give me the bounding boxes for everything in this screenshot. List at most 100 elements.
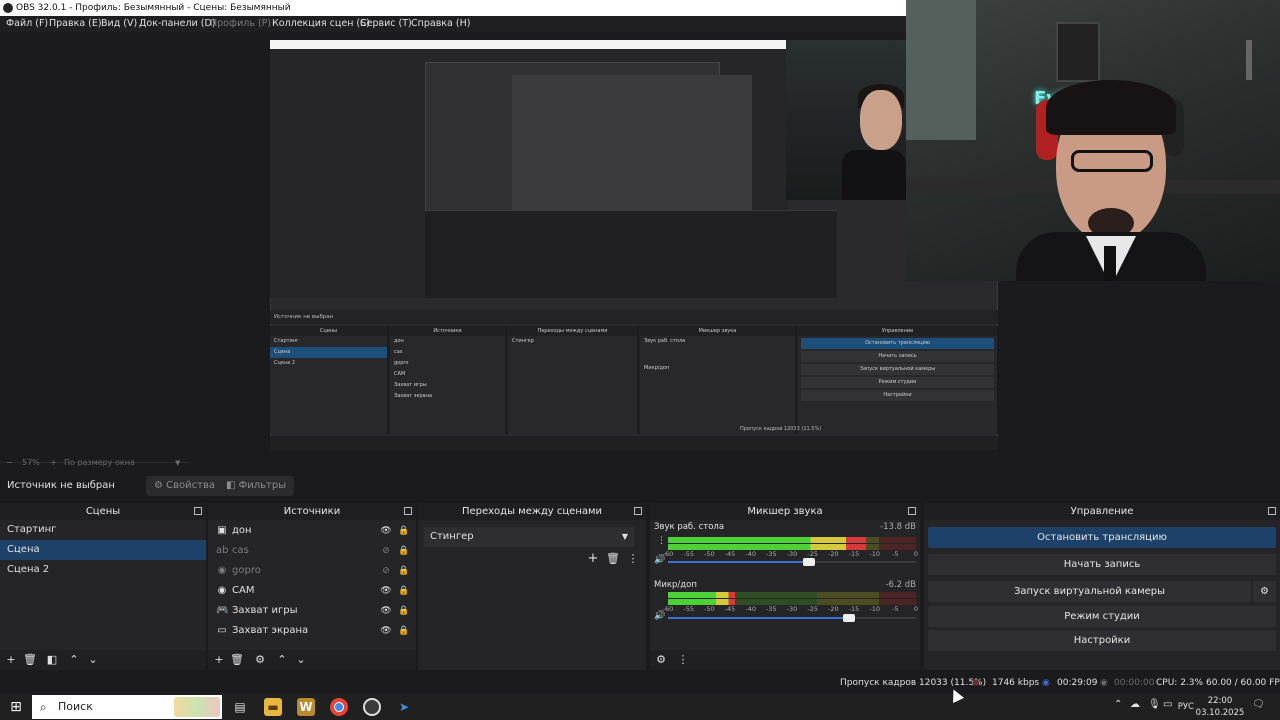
trash-icon[interactable]: 🗑 <box>23 653 37 667</box>
stop-stream-button[interactable]: Остановить трансляцию <box>928 527 1276 548</box>
eye-icon[interactable]: 👁 <box>380 525 392 537</box>
advanced-audio-icon[interactable]: ⚙ <box>654 653 668 667</box>
menu-help[interactable]: Справка (H) <box>411 16 470 32</box>
gamepad-icon: 🎮 <box>216 605 229 616</box>
lock-icon[interactable]: 🔒 <box>398 565 409 577</box>
nested-scenes-dock: Сцены Стартинг Сцена Сцена 2 <box>270 326 388 434</box>
more-icon[interactable]: ⋮ <box>676 653 690 667</box>
volume-knob[interactable] <box>843 614 856 622</box>
speaker-icon[interactable]: 🔊 <box>654 555 665 565</box>
image-icon: ▣ <box>217 525 227 536</box>
zoom-plus-icon[interactable]: + <box>50 457 57 469</box>
zoom-fit-select[interactable]: По размеру окна <box>64 457 135 469</box>
eye-icon[interactable]: 👁 <box>380 625 392 637</box>
transition-select[interactable]: Стингер ▼ <box>424 527 634 547</box>
source-item[interactable]: ◉ gopro ⊘ 🔒 <box>208 561 416 581</box>
lock-icon[interactable]: 🔒 <box>398 525 409 537</box>
obs-icon[interactable] <box>363 698 381 716</box>
volume-knob[interactable] <box>803 558 816 566</box>
eye-hidden-icon[interactable]: ⊘ <box>380 545 392 557</box>
db-tick-label: -40 <box>745 550 756 558</box>
trash-icon[interactable]: 🗑 <box>606 552 620 566</box>
nested-transitions-dock: Переходы между сценами Стингер <box>508 326 638 434</box>
undock-icon[interactable] <box>194 507 202 515</box>
undock-icon[interactable] <box>1268 507 1276 515</box>
source-item[interactable]: ◉ CAM 👁 🔒 <box>208 581 416 601</box>
move-down-icon[interactable]: ⌄ <box>294 653 308 667</box>
chrome-icon[interactable] <box>330 698 348 716</box>
speaker-icon[interactable]: 🔊 <box>654 611 665 621</box>
taskbar-search[interactable]: ⌕ Поиск <box>32 695 222 719</box>
cpu-usage: CPU: 2.3% <box>1156 678 1204 688</box>
microphone-icon[interactable]: 🎙 <box>1148 699 1161 710</box>
menu-tools[interactable]: Сервис (T) <box>360 16 412 32</box>
lock-icon[interactable]: 🔒 <box>398 585 409 597</box>
undock-icon[interactable] <box>634 507 642 515</box>
windows-start-icon[interactable]: ⊞ <box>7 698 25 716</box>
trash-icon[interactable]: 🗑 <box>230 653 244 667</box>
lock-icon[interactable]: 🔒 <box>398 625 409 637</box>
virtual-camera-button[interactable]: Запуск виртуальной камеры <box>928 581 1251 602</box>
lock-icon[interactable]: 🔒 <box>398 605 409 617</box>
virtual-camera-settings-button[interactable]: ⚙ <box>1253 581 1276 602</box>
scene-item[interactable]: Сцена 2 <box>0 560 206 580</box>
volume-slider[interactable] <box>668 558 916 566</box>
source-item[interactable]: ▭ Захват экрана 👁 🔒 <box>208 621 416 641</box>
gear-icon[interactable]: ⚙ <box>253 653 267 667</box>
track-menu-icon[interactable]: ⋮ <box>657 537 666 546</box>
start-recording-button[interactable]: Начать запись <box>928 554 1276 575</box>
nested-source-item: CAM <box>394 371 406 377</box>
app-w-icon[interactable]: W <box>297 698 315 716</box>
menu-edit[interactable]: Правка (E) <box>49 16 102 32</box>
menu-file[interactable]: Файл (F) <box>6 16 48 32</box>
menu-docks[interactable]: Док-панели (D) <box>139 16 215 32</box>
eye-icon[interactable]: 👁 <box>380 585 392 597</box>
undock-icon[interactable] <box>908 507 916 515</box>
task-view-icon[interactable]: ▤ <box>231 698 249 716</box>
scene-filters-icon[interactable]: ◧ <box>45 653 59 667</box>
notification-icon[interactable]: 🗨 <box>1252 699 1265 710</box>
move-up-icon[interactable]: ⌃ <box>275 653 289 667</box>
nested-source-item: Захват игры <box>394 382 427 388</box>
nested-dropped-frames: Пропуск кадров 12033 (11.5%) <box>740 426 822 432</box>
source-item[interactable]: ▣ дон 👁 🔒 <box>208 521 416 541</box>
menu-profile: Профиль (P) <box>210 18 272 29</box>
menu-view[interactable]: Вид (V) <box>101 16 137 32</box>
cloud-icon[interactable]: ☁ <box>1130 699 1140 710</box>
nested-studio-mode-button: Режим студии <box>801 377 994 388</box>
menu-scene-collection[interactable]: Коллекция сцен (S) <box>272 16 370 32</box>
scenes-dock-header: Сцены <box>0 503 206 520</box>
db-tick-label: -15 <box>848 605 860 613</box>
source-item[interactable]: 🎮 Захват игры 👁 🔒 <box>208 601 416 621</box>
db-tick-label: -20 <box>828 550 839 558</box>
file-explorer-icon[interactable]: ▬ <box>264 698 282 716</box>
more-icon[interactable]: ⋮ <box>626 552 640 566</box>
telegram-icon[interactable]: ➤ <box>395 698 413 716</box>
db-tick-label: -30 <box>786 550 798 558</box>
nested-title-bar <box>270 40 788 49</box>
camera-icon: ◉ <box>217 585 227 596</box>
add-icon[interactable]: + <box>4 653 18 667</box>
eye-icon[interactable]: 👁 <box>380 605 392 617</box>
obs-app-icon <box>3 3 13 13</box>
add-icon[interactable]: + <box>586 552 600 566</box>
settings-button[interactable]: Настройки <box>928 630 1276 651</box>
tray-chevron-up-icon[interactable]: ⌃ <box>1114 699 1122 710</box>
stream-icon: ◉ <box>1042 678 1050 688</box>
move-up-icon[interactable]: ⌃ <box>67 653 81 667</box>
network-icon[interactable]: ▭ <box>1163 699 1172 710</box>
scene-item[interactable]: Стартинг <box>0 520 206 540</box>
eye-hidden-icon[interactable]: ⊘ <box>380 565 392 577</box>
taskbar-clock[interactable]: 22:00 03.10.2025 <box>1190 695 1250 719</box>
scene-item-selected[interactable]: Сцена <box>0 540 206 560</box>
zoom-minus-icon[interactable]: − <box>6 457 13 469</box>
zoom-level: 57% <box>22 458 40 467</box>
volume-slider[interactable] <box>668 614 916 622</box>
chevron-down-icon[interactable]: ▼ <box>175 457 180 469</box>
add-icon[interactable]: + <box>212 653 226 667</box>
undock-icon[interactable] <box>404 507 412 515</box>
lock-icon[interactable]: 🔒 <box>398 545 409 557</box>
studio-mode-button[interactable]: Режим студии <box>928 606 1276 627</box>
move-down-icon[interactable]: ⌄ <box>86 653 100 667</box>
source-item[interactable]: ab cas ⊘ 🔒 <box>208 541 416 561</box>
